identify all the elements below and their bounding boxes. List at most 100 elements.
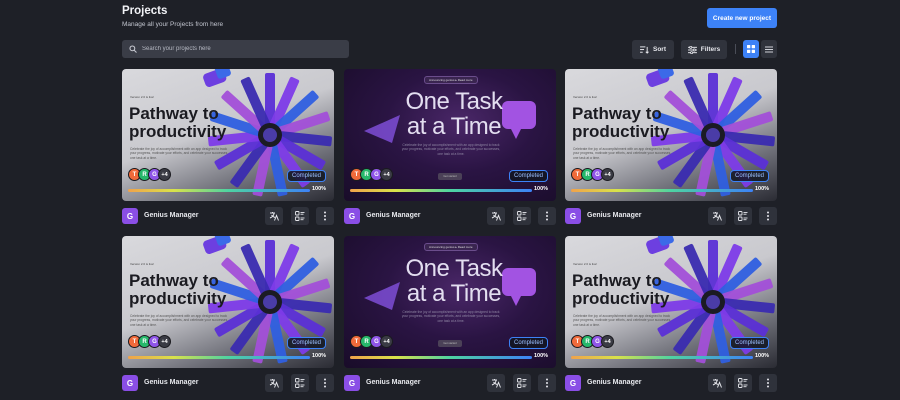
translate-button[interactable] <box>265 374 283 392</box>
project-thumbnail[interactable]: Version 2.0 is live! Pathway to producti… <box>565 236 777 368</box>
more-vertical-icon <box>324 378 326 388</box>
project-card[interactable]: Version 2.0 is live! Pathway to producti… <box>122 69 334 225</box>
sort-icon <box>640 45 649 54</box>
create-project-button[interactable]: Create new project <box>707 8 777 28</box>
member-avatars[interactable]: T R G +4 <box>128 335 171 348</box>
more-members-badge[interactable]: +4 <box>158 168 171 181</box>
card-footer: G Genius Manager <box>122 207 334 225</box>
more-members-badge[interactable]: +4 <box>380 168 393 181</box>
project-thumbnail[interactable]: Version 2.0 is live! Pathway to producti… <box>122 69 334 201</box>
project-thumbnail[interactable]: Version 2.0 is live! Pathway to producti… <box>122 236 334 368</box>
more-members-badge[interactable]: +4 <box>601 168 614 181</box>
manager-avatar: G <box>565 375 581 391</box>
more-members-badge[interactable]: +4 <box>601 335 614 348</box>
project-card[interactable]: Version 2.0 is live! Pathway to producti… <box>565 69 777 225</box>
thumbnail-title-line: productivity <box>129 122 227 141</box>
thumbnail-description: Celebrate the joy of accomplishment with… <box>401 310 501 323</box>
translate-button[interactable] <box>708 374 726 392</box>
thumbnail-title-line: productivity <box>572 122 670 141</box>
translate-button[interactable] <box>708 207 726 225</box>
tasks-button[interactable] <box>513 207 531 225</box>
status-badge: Completed <box>730 170 769 182</box>
toolbar-divider <box>735 44 736 54</box>
thumbnail-cta: Get started <box>438 340 462 347</box>
project-card[interactable]: Announcing genius ▸ Read more One Task a… <box>344 69 556 225</box>
more-members-badge[interactable]: +4 <box>158 335 171 348</box>
thumbnail-title-line: Pathway to <box>572 104 662 123</box>
search-bar[interactable] <box>122 40 349 58</box>
more-options-button[interactable] <box>759 207 777 225</box>
progress-bar <box>571 189 753 192</box>
tasks-button[interactable] <box>291 374 309 392</box>
manager-name[interactable]: Genius Manager <box>366 212 420 219</box>
more-options-button[interactable] <box>759 374 777 392</box>
thumbnail-title: Pathway to productivity <box>572 272 669 308</box>
card-footer: G Genius Manager <box>122 374 334 392</box>
translate-icon <box>269 379 279 388</box>
progress-bar <box>350 356 532 359</box>
card-footer: G Genius Manager <box>565 207 777 225</box>
thumbnail-description: Celebrate the joy of accomplishment with… <box>573 314 672 327</box>
status-badge: Completed <box>509 170 548 182</box>
progress-percent: 100% <box>312 186 327 192</box>
manager-name[interactable]: Genius Manager <box>366 379 420 386</box>
thumbnail-title: Pathway to productivity <box>129 105 226 141</box>
member-avatars[interactable]: T R G +4 <box>350 168 393 181</box>
grid-view-button[interactable] <box>743 40 759 58</box>
status-badge: Completed <box>287 170 326 182</box>
progress-bar <box>128 356 310 359</box>
more-options-button[interactable] <box>316 374 334 392</box>
tasks-button[interactable] <box>513 374 531 392</box>
project-card[interactable]: Version 2.0 is live! Pathway to producti… <box>122 236 334 392</box>
thumbnail-description: Celebrate the joy of accomplishment with… <box>401 143 501 156</box>
tasks-icon <box>517 211 527 221</box>
more-options-button[interactable] <box>316 207 334 225</box>
more-options-button[interactable] <box>538 207 556 225</box>
card-footer: G Genius Manager <box>344 207 556 225</box>
more-vertical-icon <box>546 378 548 388</box>
search-icon <box>129 45 137 53</box>
sort-label: Sort <box>653 46 666 53</box>
project-card[interactable]: Announcing genius ▸ Read more One Task a… <box>344 236 556 392</box>
sort-button[interactable]: Sort <box>632 40 674 59</box>
manager-name[interactable]: Genius Manager <box>587 379 641 386</box>
thumbnail-title-line: Pathway to <box>129 104 219 123</box>
more-options-button[interactable] <box>538 374 556 392</box>
manager-avatar: G <box>344 375 360 391</box>
translate-button[interactable] <box>487 207 505 225</box>
status-badge: Completed <box>730 337 769 349</box>
translate-button[interactable] <box>487 374 505 392</box>
thumbnail-description: Celebrate the joy of accomplishment with… <box>130 314 229 327</box>
list-view-button[interactable] <box>761 40 777 58</box>
member-avatars[interactable]: T R G +4 <box>571 168 614 181</box>
filters-button[interactable]: Filters <box>681 40 727 59</box>
tasks-button[interactable] <box>734 207 752 225</box>
progress-fill <box>350 356 532 359</box>
tasks-button[interactable] <box>291 207 309 225</box>
tasks-icon <box>295 211 305 221</box>
thumbnail-title-line: productivity <box>129 289 227 308</box>
search-input[interactable] <box>142 46 332 52</box>
member-avatars[interactable]: T R G +4 <box>128 168 171 181</box>
project-thumbnail[interactable]: Announcing genius ▸ Read more One Task a… <box>344 236 556 368</box>
progress-fill <box>128 356 310 359</box>
thumbnail-description: Celebrate the joy of accomplishment with… <box>573 147 672 160</box>
manager-avatar: G <box>122 375 138 391</box>
translate-button[interactable] <box>265 207 283 225</box>
manager-name[interactable]: Genius Manager <box>587 212 641 219</box>
thumbnail-title: One Task at a Time <box>389 89 519 139</box>
filter-icon <box>687 45 697 54</box>
translate-icon <box>712 379 722 388</box>
project-card[interactable]: Version 2.0 is live! Pathway to producti… <box>565 236 777 392</box>
manager-name[interactable]: Genius Manager <box>144 379 198 386</box>
thumbnail-description: Celebrate the joy of accomplishment with… <box>130 147 229 160</box>
progress-fill <box>571 189 753 192</box>
project-thumbnail[interactable]: Version 2.0 is live! Pathway to producti… <box>565 69 777 201</box>
tasks-button[interactable] <box>734 374 752 392</box>
more-members-badge[interactable]: +4 <box>380 335 393 348</box>
thumbnail-title: Pathway to productivity <box>572 105 669 141</box>
project-thumbnail[interactable]: Announcing genius ▸ Read more One Task a… <box>344 69 556 201</box>
member-avatars[interactable]: T R G +4 <box>571 335 614 348</box>
manager-name[interactable]: Genius Manager <box>144 212 198 219</box>
member-avatars[interactable]: T R G +4 <box>350 335 393 348</box>
